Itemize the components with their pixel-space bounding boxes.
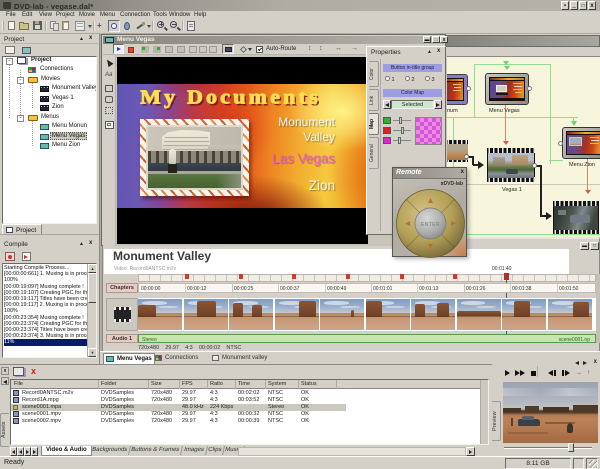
- svg-text:ENTER: ENTER: [421, 222, 440, 228]
